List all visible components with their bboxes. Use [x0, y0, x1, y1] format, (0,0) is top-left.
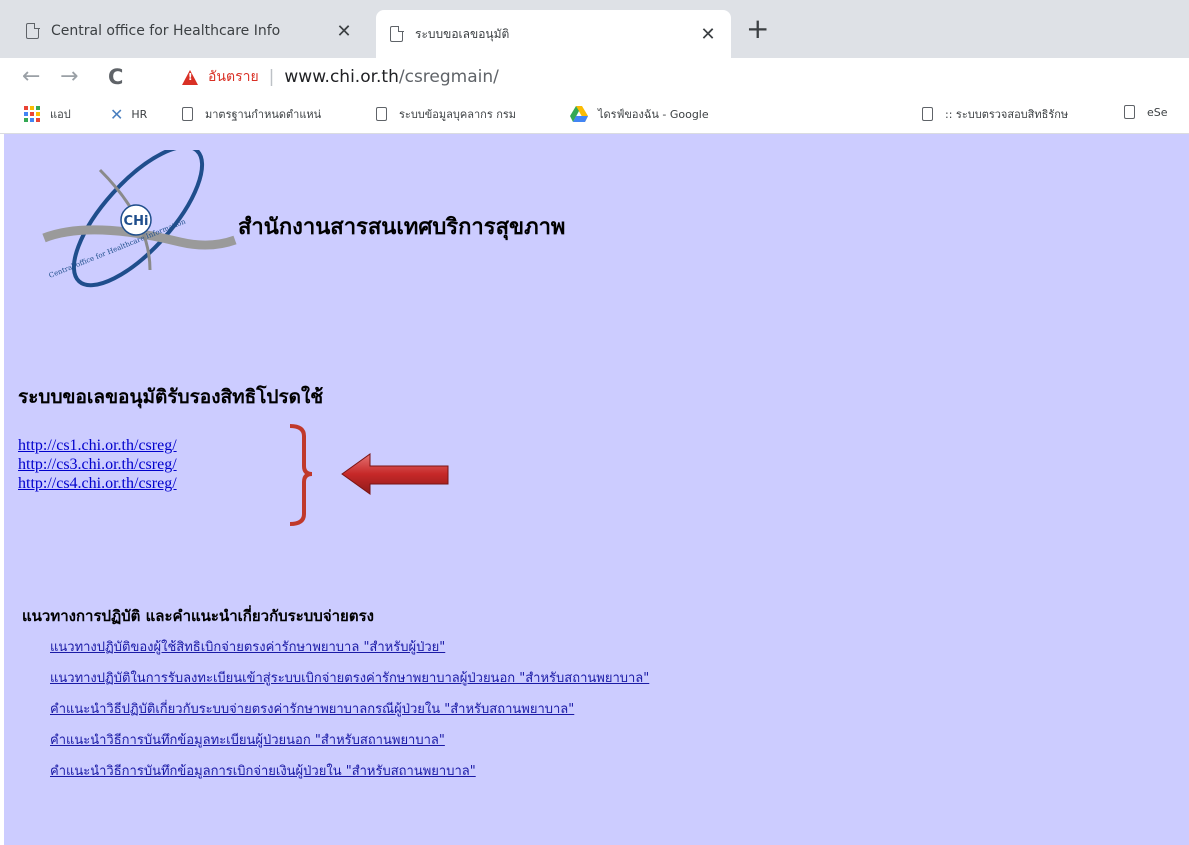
- logo-text: CHi: [124, 214, 149, 229]
- bookmark-label: แอป: [50, 108, 71, 121]
- arrow-left-icon: [341, 453, 449, 495]
- page-icon: [1124, 105, 1135, 119]
- tab-title: Central office for Healthcare Info: [51, 23, 281, 39]
- forward-button[interactable]: →: [60, 62, 78, 92]
- bookmark-label: :: ระบบตรวจสอบสิทธิรักษ: [945, 108, 1069, 121]
- guide-title: แนวทางการปฏิบัติ และคำแนะนำเกี่ยวกับระบบ…: [22, 607, 374, 625]
- guide-link-opd-record[interactable]: คำแนะนำวิธีการบันทึกข้อมูลทะเบียนผู้ป่วย…: [50, 725, 649, 756]
- page-icon: [390, 25, 404, 42]
- reload-button[interactable]: C: [108, 62, 123, 92]
- close-tab-icon[interactable]: ✕: [333, 21, 355, 42]
- bookmark-standard-positions[interactable]: มาตรฐานกำหนดตำแหน่: [182, 105, 321, 123]
- bookmark-hr[interactable]: ✕ HR: [110, 105, 147, 124]
- server-link-cs1[interactable]: http://cs1.chi.or.th/csreg/: [18, 436, 177, 455]
- address-bar[interactable]: อันตราย | www.chi.or.th /csregmain/: [168, 62, 1188, 92]
- url-path[interactable]: /csregmain/: [399, 67, 499, 87]
- guide-link-list: แนวทางปฏิบัติของผู้ใช้สิทธิเบิกจ่ายตรงค่…: [50, 632, 649, 787]
- tab-title: ระบบขอเลขอนุมัติ: [415, 26, 510, 41]
- browser-toolbar: ← → C อันตราย | www.chi.or.th /csregmain…: [0, 58, 1189, 96]
- close-tab-icon[interactable]: ✕: [697, 24, 719, 45]
- page-icon: [182, 107, 193, 121]
- org-title: สำนักงานสารสนเทศบริการสุขภาพ: [238, 215, 566, 240]
- drive-icon: [570, 106, 588, 122]
- chi-logo: CHi Central office for Healthcare Inform…: [42, 150, 237, 288]
- new-tab-button[interactable]: +: [746, 14, 769, 44]
- annotation-bracket-arrow: [289, 424, 449, 526]
- bookmark-label: ไดรฟ์ของฉัน - Google: [598, 108, 709, 121]
- guide-link-opd-registration[interactable]: แนวทางปฏิบัติในการรับลงทะเบียนเข้าสู่ระบ…: [50, 663, 649, 694]
- bookmark-label: มาตรฐานกำหนดตำแหน่: [205, 108, 322, 121]
- page-icon: [922, 107, 933, 121]
- bookmark-ese[interactable]: eSe: [1124, 105, 1168, 119]
- divider: |: [268, 67, 275, 87]
- bookmark-personnel-system[interactable]: ระบบข้อมูลบุคลากร กรม: [376, 105, 516, 123]
- apps-icon: [24, 106, 40, 122]
- bookmark-label: eSe: [1147, 105, 1168, 119]
- guide-link-patient[interactable]: แนวทางปฏิบัติของผู้ใช้สิทธิเบิกจ่ายตรงค่…: [50, 632, 649, 663]
- page-icon: [26, 22, 40, 39]
- page-icon: [376, 107, 387, 121]
- warning-icon[interactable]: [182, 69, 198, 85]
- guide-link-ipd-practice[interactable]: คำแนะนำวิธีปฏิบัติเกี่ยวกับระบบจ่ายตรงค่…: [50, 694, 649, 725]
- server-link-cs4[interactable]: http://cs4.chi.or.th/csreg/: [18, 474, 177, 493]
- bookmark-label: HR: [131, 108, 148, 121]
- url-host[interactable]: www.chi.or.th: [284, 67, 398, 87]
- server-link-list: http://cs1.chi.or.th/csreg/ http://cs3.c…: [18, 436, 177, 493]
- tab-strip: Central office for Healthcare Info ✕ ระบ…: [0, 0, 1189, 58]
- guide-link-ipd-billing[interactable]: คำแนะนำวิธีการบันทึกข้อมูลการเบิกจ่ายเงิ…: [50, 756, 649, 787]
- bookmark-google-drive[interactable]: ไดรฟ์ของฉัน - Google: [570, 105, 709, 123]
- bookmark-apps[interactable]: แอป: [24, 105, 71, 123]
- bookmark-label: ระบบข้อมูลบุคลากร กรม: [399, 108, 517, 121]
- bookmarks-bar: แอป ✕ HR มาตรฐานกำหนดตำแหน่ ระบบข้อมูลบุ…: [0, 96, 1189, 134]
- security-warning[interactable]: อันตราย: [208, 66, 259, 88]
- page-content: CHi Central office for Healthcare Inform…: [4, 134, 1189, 845]
- hr-icon: ✕: [110, 105, 124, 124]
- system-title: ระบบขอเลขอนุมัติรับรองสิทธิโปรดใช้: [18, 386, 324, 408]
- bookmark-rights-check[interactable]: :: ระบบตรวจสอบสิทธิรักษ: [922, 105, 1068, 123]
- back-button[interactable]: ←: [22, 62, 40, 92]
- server-link-cs3[interactable]: http://cs3.chi.or.th/csreg/: [18, 455, 177, 474]
- tab-central-office[interactable]: Central office for Healthcare Info ✕: [12, 12, 367, 50]
- tab-csreg[interactable]: ระบบขอเลขอนุมัติ ✕: [376, 10, 731, 58]
